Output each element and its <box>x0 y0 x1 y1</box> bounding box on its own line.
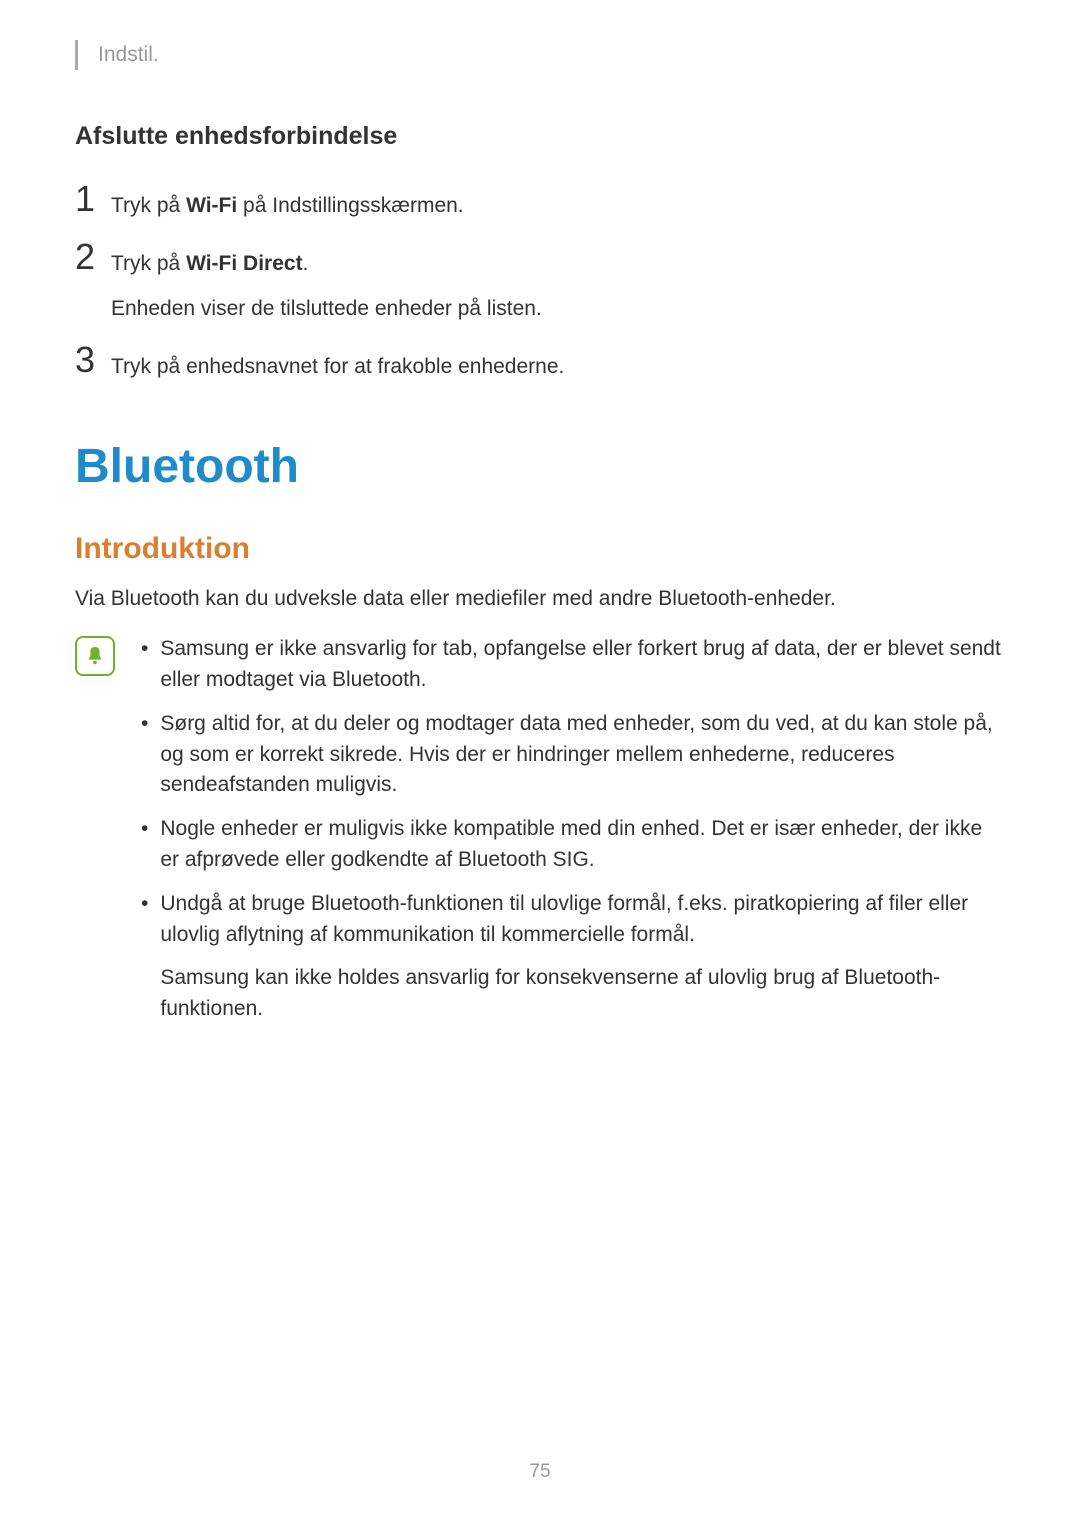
step-number: 1 <box>75 181 111 217</box>
step-subtext: Enheden viser de tilsluttede enheder på … <box>111 294 542 324</box>
step-suffix: . <box>303 252 309 275</box>
step-content: Tryk på Wi-Fi Direct. Enheden viser de t… <box>111 239 542 324</box>
bullet-icon: • <box>141 709 148 800</box>
step-content: Tryk på Wi-Fi på Indstillingsskærmen. <box>111 181 464 221</box>
note-list: • Samsung er ikke ansvarlig for tab, opf… <box>141 634 1005 1038</box>
bullet-icon: • <box>141 814 148 875</box>
step-prefix: Tryk på enhedsnavnet for at frakoble enh… <box>111 355 564 378</box>
step-prefix: Tryk på <box>111 194 186 217</box>
intro-text: Via Bluetooth kan du udveksle data eller… <box>75 584 1005 614</box>
step-number: 2 <box>75 239 111 275</box>
note-item-content: Undgå at bruge Bluetooth-funktionen til … <box>160 889 1005 1024</box>
step-1: 1 Tryk på Wi-Fi på Indstillingsskærmen. <box>75 181 1005 221</box>
breadcrumb: Indstil. <box>98 43 159 67</box>
note-extra: Samsung kan ikke holdes ansvarlig for ko… <box>160 963 1005 1024</box>
step-suffix: på Indstillingsskærmen. <box>237 194 463 217</box>
page-number: 75 <box>0 1461 1080 1483</box>
step-number: 3 <box>75 342 111 378</box>
note-item: • Samsung er ikke ansvarlig for tab, opf… <box>141 634 1005 695</box>
step-3: 3 Tryk på enhedsnavnet for at frakoble e… <box>75 342 1005 382</box>
page-header: Indstil. <box>75 40 1005 70</box>
step-2: 2 Tryk på Wi-Fi Direct. Enheden viser de… <box>75 239 1005 324</box>
notice-icon <box>75 636 115 676</box>
bell-icon <box>84 645 106 667</box>
note-item: • Undgå at bruge Bluetooth-funktionen ti… <box>141 889 1005 1024</box>
step-bold: Wi-Fi <box>186 194 237 217</box>
note-text: Undgå at bruge Bluetooth-funktionen til … <box>160 889 1005 950</box>
note-icon-wrapper <box>75 636 119 676</box>
note-text: Samsung er ikke ansvarlig for tab, opfan… <box>160 634 1005 695</box>
header-bar <box>75 40 78 70</box>
main-title: Bluetooth <box>75 439 1005 494</box>
bullet-icon: • <box>141 634 148 695</box>
note-block: • Samsung er ikke ansvarlig for tab, opf… <box>75 634 1005 1038</box>
step-content: Tryk på enhedsnavnet for at frakoble enh… <box>111 342 564 382</box>
section-title: Introduktion <box>75 532 1005 566</box>
bullet-icon: • <box>141 889 148 1024</box>
step-bold: Wi-Fi Direct <box>186 252 302 275</box>
subtitle: Afslutte enhedsforbindelse <box>75 122 1005 151</box>
note-item: • Sørg altid for, at du deler og modtage… <box>141 709 1005 800</box>
step-prefix: Tryk på <box>111 252 186 275</box>
note-item: • Nogle enheder er muligvis ikke kompati… <box>141 814 1005 875</box>
note-text: Nogle enheder er muligvis ikke kompatibl… <box>160 814 1005 875</box>
note-text: Sørg altid for, at du deler og modtager … <box>160 709 1005 800</box>
